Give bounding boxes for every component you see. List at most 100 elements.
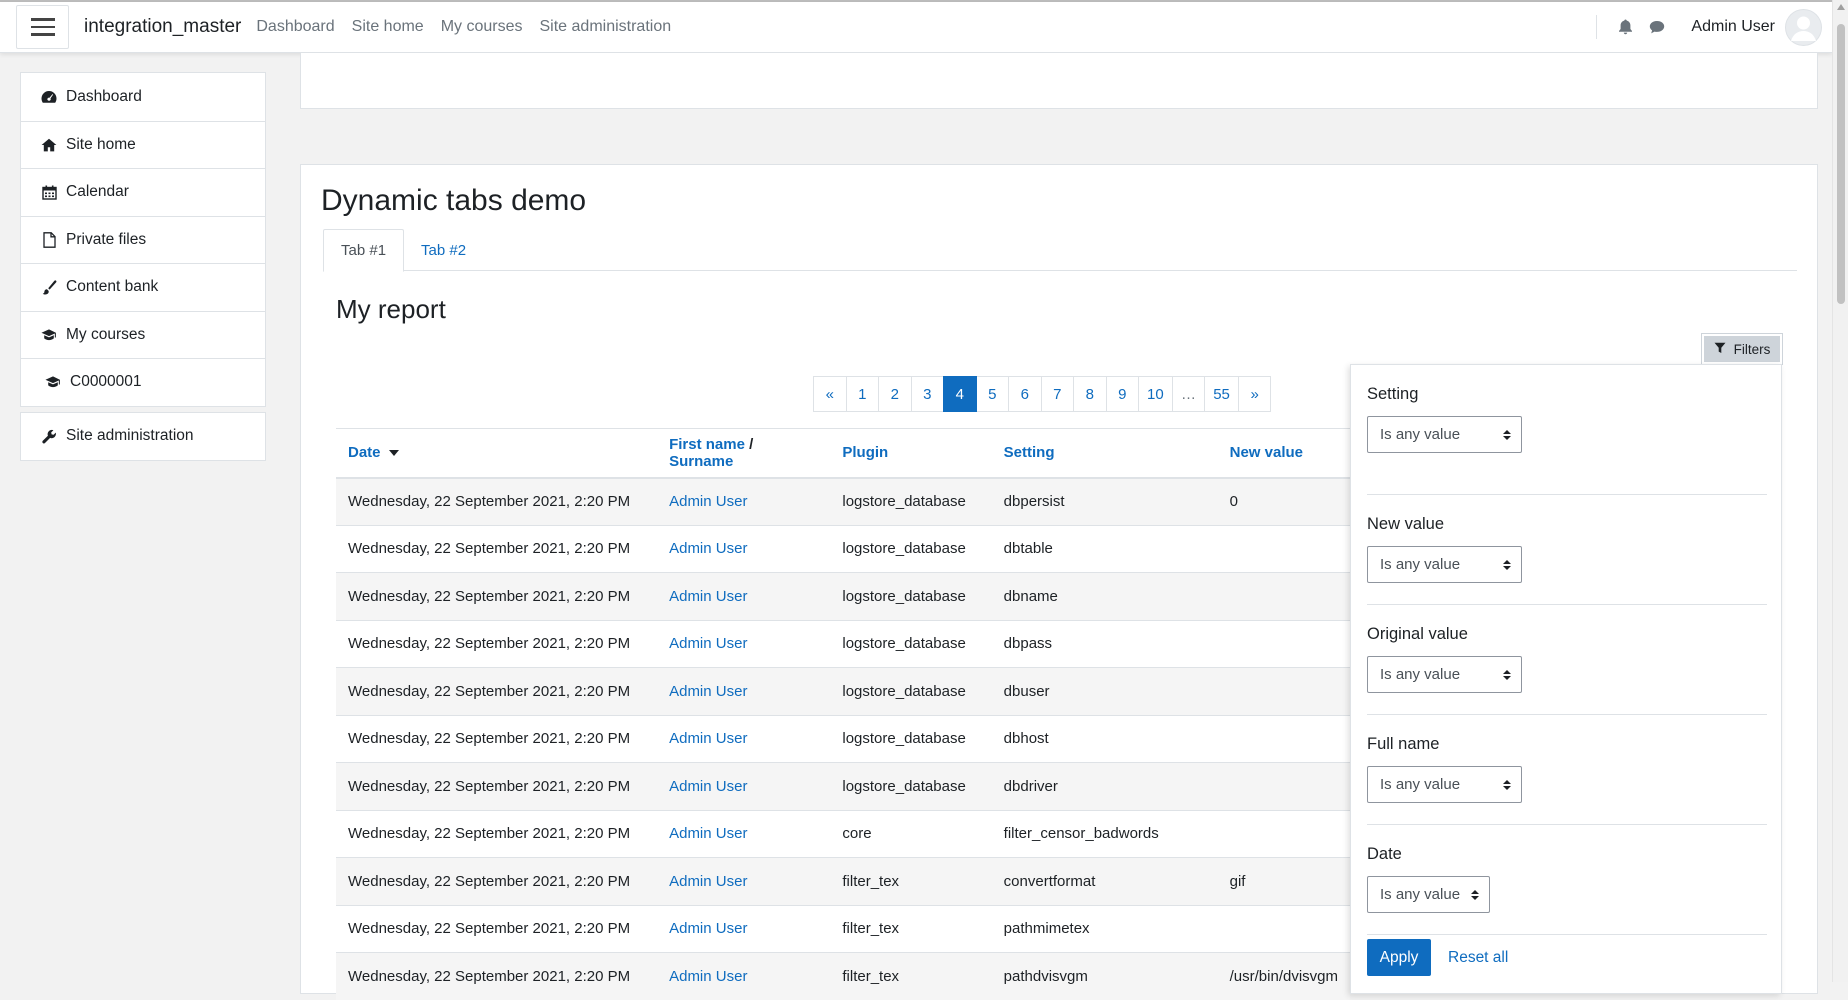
table-cell: convertformat xyxy=(992,858,1218,906)
table-cell: Wednesday, 22 September 2021, 2:20 PM xyxy=(336,810,657,858)
sidebar-item-content-bank[interactable]: Content bank xyxy=(21,263,265,311)
filter-date-select[interactable]: Is any value xyxy=(1367,876,1490,913)
nav-link-site-home[interactable]: Site home xyxy=(352,18,424,36)
cell-user-link[interactable]: Admin User xyxy=(669,920,747,937)
sidebar-item-dashboard[interactable]: Dashboard xyxy=(21,73,265,121)
nav-link-site-administration[interactable]: Site administration xyxy=(540,18,672,36)
page-scrollbar[interactable] xyxy=(1832,0,1848,982)
user-menu-name[interactable]: Admin User xyxy=(1691,18,1775,36)
table-cell: Admin User xyxy=(657,810,830,858)
sidebar-item-site-administration[interactable]: Site administration xyxy=(21,413,265,461)
nav-link-dashboard[interactable]: Dashboard xyxy=(256,18,334,36)
table-cell: logstore_database xyxy=(830,573,991,621)
graduation-cap-icon xyxy=(41,327,57,343)
cell-user-link[interactable]: Admin User xyxy=(669,635,747,652)
column-header-date-label[interactable]: Date xyxy=(348,444,381,461)
cell-user-link[interactable]: Admin User xyxy=(669,968,747,985)
table-cell: Wednesday, 22 September 2021, 2:20 PM xyxy=(336,905,657,953)
page-current[interactable]: 4 xyxy=(943,376,977,412)
cell-user-link[interactable]: Admin User xyxy=(669,588,747,605)
column-header-surname[interactable]: Surname xyxy=(669,453,733,470)
table-cell: Admin User xyxy=(657,525,830,573)
page-link-6[interactable]: 6 xyxy=(1008,376,1042,412)
filter-setting-select[interactable]: Is any value xyxy=(1367,416,1522,453)
apply-filters-button[interactable]: Apply xyxy=(1367,939,1431,976)
cell-plugin: logstore_database xyxy=(842,493,965,510)
sidebar-item-course-c0000001[interactable]: C0000001 xyxy=(21,358,265,406)
table-cell: logstore_database xyxy=(830,478,991,526)
cell-user-link[interactable]: Admin User xyxy=(669,825,747,842)
filter-new-value-select[interactable]: Is any value xyxy=(1367,546,1522,583)
table-cell: logstore_database xyxy=(830,715,991,763)
site-brand-link[interactable]: integration_master xyxy=(84,16,241,38)
filter-label: Setting xyxy=(1367,385,1767,404)
reset-all-filters-link[interactable]: Reset all xyxy=(1448,949,1508,967)
filters-toggle-button[interactable]: Filters xyxy=(1702,334,1782,364)
table-row: Wednesday, 22 September 2021, 2:20 PMAdm… xyxy=(336,573,1350,621)
avatar[interactable] xyxy=(1785,9,1822,46)
filter-original-value-select[interactable]: Is any value xyxy=(1367,656,1522,693)
dashboard-icon xyxy=(41,89,57,105)
sidebar-main-group: Dashboard Site home Calendar Private fil… xyxy=(20,72,266,407)
nav-link-my-courses[interactable]: My courses xyxy=(441,18,523,36)
cell-user-link[interactable]: Admin User xyxy=(669,493,747,510)
tab-2[interactable]: Tab #2 xyxy=(404,229,483,271)
cell-new-value: /usr/bin/dvisvgm xyxy=(1230,968,1338,985)
report-table: Date First name / Surname Plugin Setting… xyxy=(336,428,1350,1000)
filter-select-value: Is any value xyxy=(1380,666,1460,683)
table-cell: dbname xyxy=(992,573,1218,621)
table-cell xyxy=(1218,668,1350,716)
page-link-3[interactable]: 3 xyxy=(911,376,945,412)
page-link-1[interactable]: 1 xyxy=(846,376,880,412)
page-first-link[interactable]: « xyxy=(813,376,847,412)
sidebar-admin-group: Site administration xyxy=(20,412,266,462)
cell-user-link[interactable]: Admin User xyxy=(669,730,747,747)
filter-full-name-select[interactable]: Is any value xyxy=(1367,766,1522,803)
table-header-row: Date First name / Surname Plugin Setting… xyxy=(336,429,1350,478)
table-cell xyxy=(1218,763,1350,811)
drawer-toggle-button[interactable] xyxy=(16,5,69,49)
column-header-first-name[interactable]: First name xyxy=(669,436,745,453)
table-cell: Admin User xyxy=(657,763,830,811)
table-cell: Admin User xyxy=(657,668,830,716)
table-cell: dbtable xyxy=(992,525,1218,573)
column-header-plugin[interactable]: Plugin xyxy=(830,429,991,478)
page-last-link[interactable]: » xyxy=(1238,376,1272,412)
primary-nav: Dashboard Site home My courses Site admi… xyxy=(256,18,671,36)
page-link-2[interactable]: 2 xyxy=(878,376,912,412)
scroll-up-arrow-icon[interactable] xyxy=(1837,4,1845,10)
page-link-7[interactable]: 7 xyxy=(1041,376,1075,412)
sort-desc-icon xyxy=(389,450,399,456)
sidebar-item-private-files[interactable]: Private files xyxy=(21,216,265,264)
cell-setting: dbpass xyxy=(1004,635,1052,652)
sidebar-item-my-courses[interactable]: My courses xyxy=(21,311,265,359)
dynamic-tabs: Tab #1 Tab #2 xyxy=(323,229,1797,271)
page-link-9[interactable]: 9 xyxy=(1106,376,1140,412)
page-link-5[interactable]: 5 xyxy=(976,376,1010,412)
column-header-date[interactable]: Date xyxy=(336,429,657,478)
table-cell: Wednesday, 22 September 2021, 2:20 PM xyxy=(336,953,657,1000)
sidebar-item-label: Site home xyxy=(66,136,136,154)
cell-user-link[interactable]: Admin User xyxy=(669,540,747,557)
cell-date: Wednesday, 22 September 2021, 2:20 PM xyxy=(348,730,630,747)
scrollbar-thumb[interactable] xyxy=(1837,24,1845,304)
cell-user-link[interactable]: Admin User xyxy=(669,873,747,890)
page-link-55[interactable]: 55 xyxy=(1204,376,1239,412)
tab-1[interactable]: Tab #1 xyxy=(323,229,404,272)
sidebar-item-calendar[interactable]: Calendar xyxy=(21,168,265,216)
chat-bubble-icon[interactable] xyxy=(1647,17,1667,37)
cell-user-link[interactable]: Admin User xyxy=(669,778,747,795)
table-cell: Admin User xyxy=(657,905,830,953)
bell-icon[interactable] xyxy=(1615,17,1635,37)
sidebar-item-site-home[interactable]: Site home xyxy=(21,121,265,169)
filter-label: Original value xyxy=(1367,625,1767,644)
column-header-setting[interactable]: Setting xyxy=(992,429,1218,478)
page-link-8[interactable]: 8 xyxy=(1073,376,1107,412)
table-cell xyxy=(1218,620,1350,668)
table-cell: filter_tex xyxy=(830,905,991,953)
column-header-new-value[interactable]: New value xyxy=(1218,429,1350,478)
cell-plugin: filter_tex xyxy=(842,873,899,890)
hamburger-icon xyxy=(31,18,55,21)
cell-user-link[interactable]: Admin User xyxy=(669,683,747,700)
page-link-10[interactable]: 10 xyxy=(1138,376,1173,412)
